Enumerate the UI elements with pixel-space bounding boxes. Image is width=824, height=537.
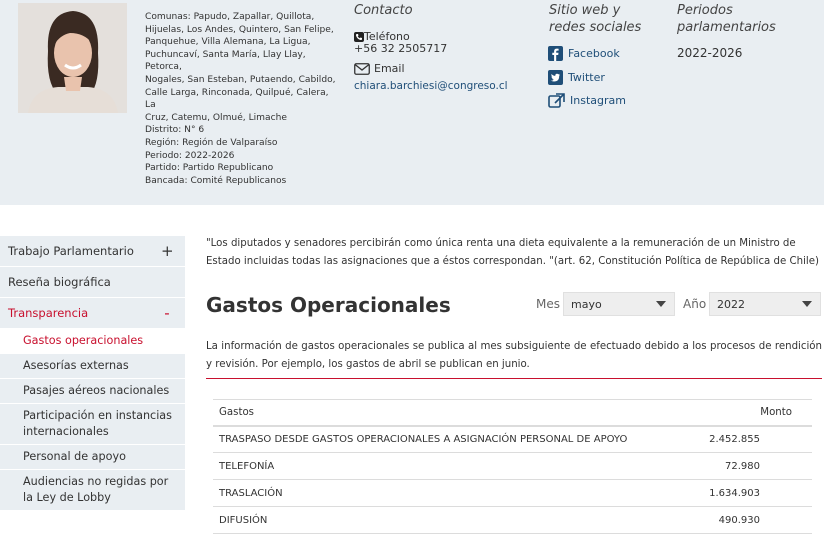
- sidebar-subitem-pasajes-aereos[interactable]: Pasajes aéreos nacionales: [0, 379, 185, 404]
- expense-amount: 2.452.855: [688, 425, 812, 453]
- minus-icon: -: [164, 304, 170, 322]
- chevron-down-icon: [794, 293, 820, 315]
- sidebar-item-trabajo-parlamentario[interactable]: Trabajo Parlamentario +: [0, 236, 185, 267]
- expense-name: TRASPASO DESDE GASTOS OPERACIONALES A AS…: [213, 425, 689, 453]
- publication-note: La información de gastos operacionales s…: [206, 341, 822, 370]
- sidebar-subitem-gastos-operacionales[interactable]: Gastos operacionales: [0, 329, 185, 354]
- info-line: Partido: Partido Republicano: [145, 163, 274, 174]
- email-row: Email: [354, 62, 405, 75]
- instagram-link[interactable]: Instagram: [548, 93, 626, 108]
- table-row: TRASLACIÓN 1.634.903: [213, 479, 812, 507]
- phone-number: +56 32 2505717: [354, 42, 448, 55]
- month-select[interactable]: mayo: [563, 292, 675, 316]
- envelope-icon: [354, 62, 370, 75]
- sidebar-nav: Trabajo Parlamentario + Reseña biográfic…: [0, 236, 185, 511]
- sidebar-item-resena-biografica[interactable]: Reseña biográfica: [0, 267, 185, 298]
- expense-amount: 490.930: [688, 506, 812, 534]
- sidebar-subitem-asesorias-externas[interactable]: Asesorías externas: [0, 354, 185, 379]
- expense-amount: 72.980: [688, 452, 812, 480]
- contact-title: Contacto: [354, 3, 413, 18]
- chevron-down-icon: [648, 293, 674, 315]
- profile-info: Comunas: Papudo, Zapallar, Quillota, Hij…: [145, 11, 337, 187]
- period-value: 2022-2026: [677, 46, 743, 60]
- year-select-value: 2022: [717, 297, 745, 311]
- email-label: Email: [374, 62, 405, 75]
- info-line: Calle Larga, Rinconada, Quilpué, Calera,…: [145, 87, 329, 111]
- info-line: Nogales, San Esteban, Putaendo, Cabildo,: [145, 74, 336, 85]
- constitution-quote: "Los diputados y senadores percibirán co…: [206, 238, 819, 267]
- sidebar-subitem-participacion-internacional[interactable]: Participación en instancias internaciona…: [0, 404, 185, 445]
- column-header-gastos: Gastos: [213, 399, 689, 427]
- year-label: Año: [683, 297, 707, 311]
- twitter-label: Twitter: [568, 71, 605, 84]
- info-line: Distrito: N° 6: [145, 125, 205, 136]
- profile-photo: [18, 3, 127, 113]
- phone-icon: [354, 32, 364, 42]
- expense-name: TRASLACIÓN: [213, 479, 689, 507]
- month-select-value: mayo: [571, 297, 602, 311]
- external-link-icon: [548, 93, 565, 108]
- sidebar-subitem-personal-apoyo[interactable]: Personal de apoyo: [0, 445, 185, 470]
- sidebar-item-label: Transparencia: [8, 306, 89, 320]
- facebook-icon: [548, 46, 563, 61]
- info-line: Panquehue, Villa Alemana, La Ligua,: [145, 37, 311, 48]
- info-line: Región: Región de Valparaíso: [145, 137, 278, 148]
- info-line: Puchuncaví, Santa María, Llay Llay, Peto…: [145, 49, 306, 73]
- expense-name: TELEFONÍA: [213, 452, 689, 480]
- sidebar-item-label: Trabajo Parlamentario: [8, 244, 134, 258]
- info-line: Bancada: Comité Republicanos: [145, 175, 287, 186]
- email-link[interactable]: chiara.barchiesi@congreso.cl: [354, 80, 508, 92]
- year-select[interactable]: 2022: [709, 292, 821, 316]
- table-row: TRASPASO DESDE GASTOS OPERACIONALES A AS…: [213, 425, 812, 453]
- expenses-table: Gastos Monto TRASPASO DESDE GASTOS OPERA…: [213, 399, 812, 534]
- periods-title: Periodos parlamentarios: [677, 3, 776, 35]
- web-title: Sitio web y redes sociales: [549, 3, 642, 35]
- sidebar-item-label: Reseña biográfica: [8, 275, 111, 289]
- plus-icon: +: [161, 242, 174, 260]
- month-label: Mes: [536, 297, 560, 311]
- table-row: DIFUSIÓN 490.930: [213, 506, 812, 534]
- profile-header: Comunas: Papudo, Zapallar, Quillota, Hij…: [0, 0, 824, 205]
- instagram-label: Instagram: [570, 94, 626, 107]
- table-header-row: Gastos Monto: [213, 399, 812, 427]
- sidebar-subitem-audiencias[interactable]: Audiencias no regidas por la Ley de Lobb…: [0, 470, 185, 511]
- page-title: Gastos Operacionales: [206, 293, 451, 317]
- table-row: TELEFONÍA 72.980: [213, 452, 812, 480]
- sidebar-item-transparencia[interactable]: Transparencia -: [0, 298, 185, 329]
- info-line: Cruz, Catemu, Olmué, Limache: [145, 112, 287, 123]
- info-line: Comunas: Papudo, Zapallar, Quillota,: [145, 12, 315, 22]
- info-line: Hijuelas, Los Andes, Quintero, San Felip…: [145, 24, 334, 35]
- contact-phone: Teléfono +56 32 2505717: [354, 31, 447, 55]
- twitter-icon: [548, 70, 563, 85]
- column-header-monto: Monto: [688, 399, 812, 427]
- expense-name: DIFUSIÓN: [213, 506, 689, 534]
- info-line: Periodo: 2022-2026: [145, 150, 235, 161]
- facebook-label: Facebook: [568, 47, 620, 60]
- divider: [206, 378, 822, 379]
- expense-amount: 1.634.903: [688, 479, 812, 507]
- twitter-link[interactable]: Twitter: [548, 70, 605, 85]
- facebook-link[interactable]: Facebook: [548, 46, 620, 61]
